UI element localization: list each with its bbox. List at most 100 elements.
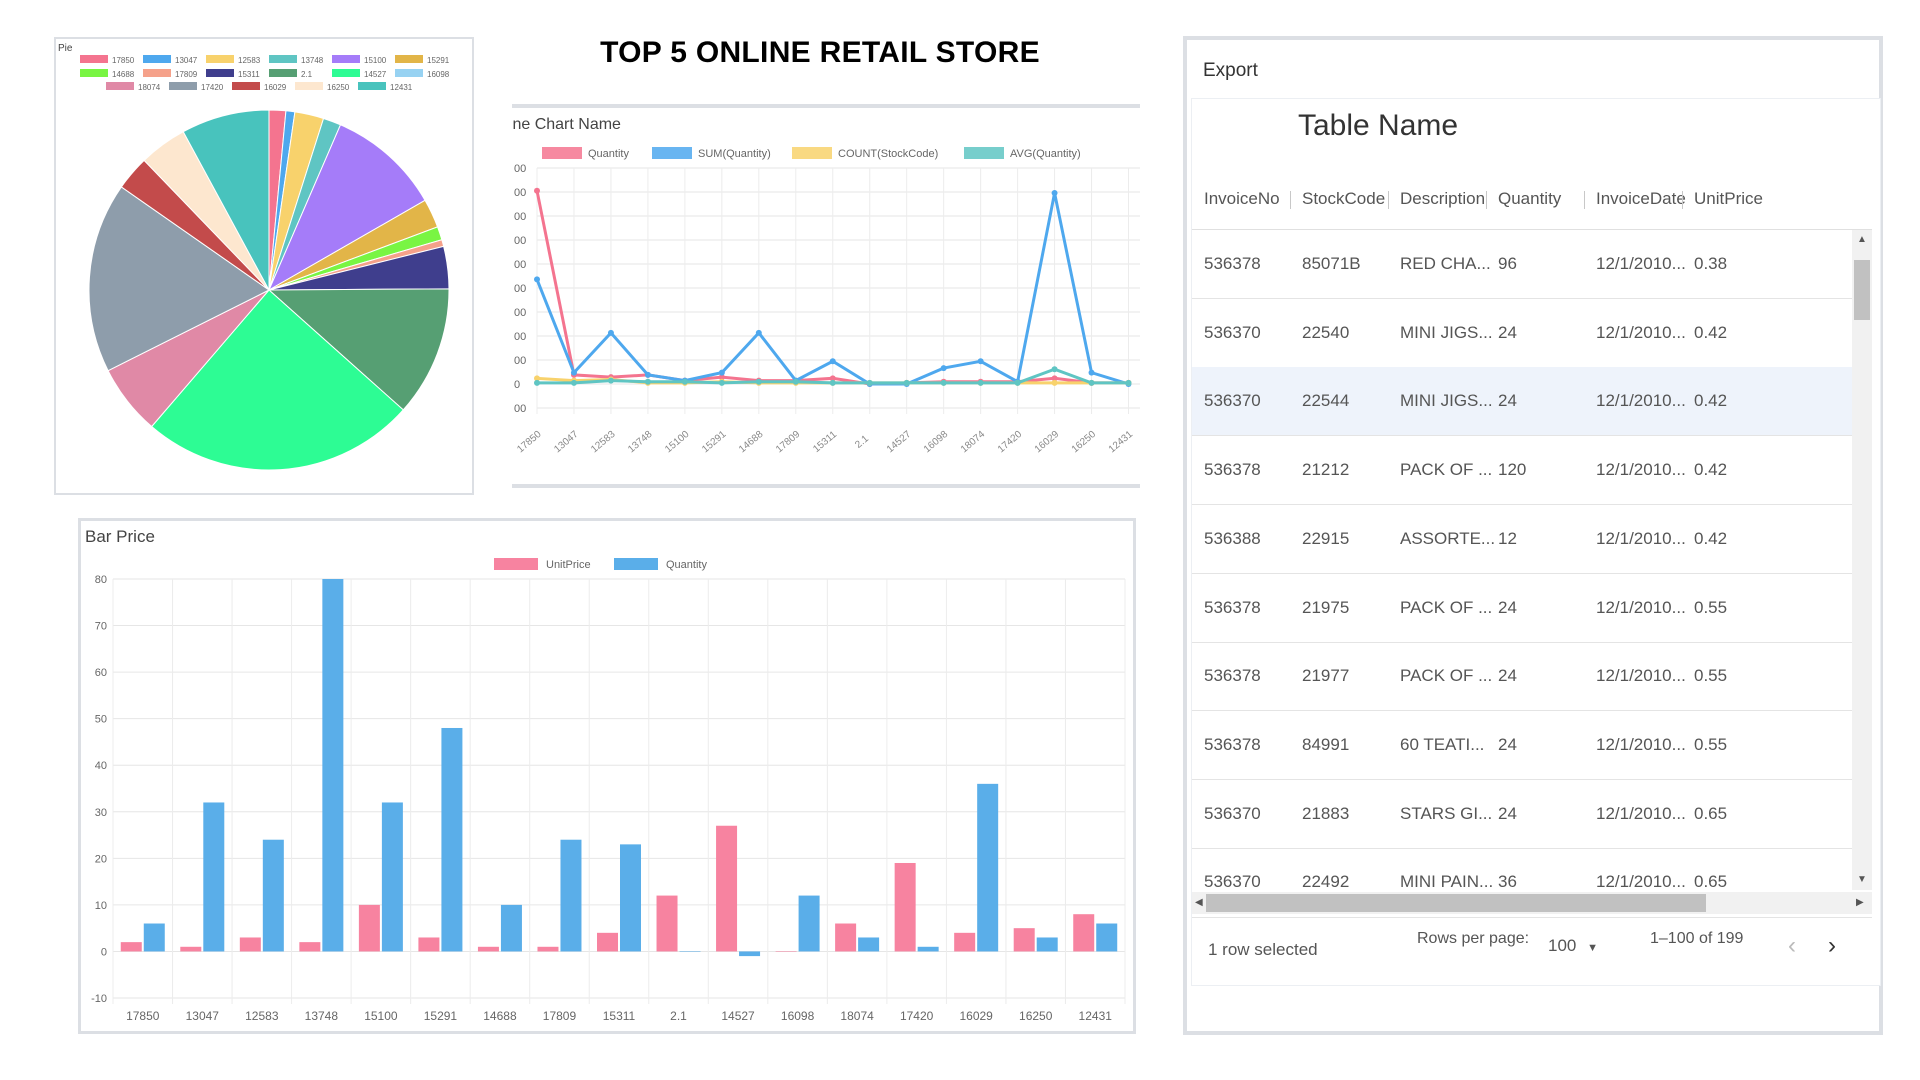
line-point[interactable] (977, 379, 984, 386)
bar-UnitPrice-18074[interactable] (835, 923, 857, 952)
rows-per-page-select[interactable]: 100 ▼ (1548, 936, 1598, 956)
column-header[interactable]: InvoiceNo (1204, 169, 1280, 229)
line-point[interactable] (1088, 369, 1095, 376)
bar-Quantity-13047[interactable] (203, 802, 225, 952)
bar-Quantity-2.1[interactable] (679, 951, 701, 952)
line-point[interactable] (755, 329, 762, 336)
line-point[interactable] (1051, 190, 1058, 197)
bar-UnitPrice-2.1[interactable] (656, 895, 678, 952)
bar-UnitPrice-14688[interactable] (477, 946, 499, 952)
table-row[interactable]: 536370 22540 MINI JIGS... 24 12/1/2010... 0.4… (1192, 299, 1852, 368)
pie-legend-item[interactable]: 17420 (169, 82, 224, 92)
bar-Quantity-12431[interactable] (1096, 923, 1118, 952)
line-point[interactable] (534, 379, 540, 386)
column-header[interactable]: UnitPrice (1694, 169, 1763, 229)
pie-legend-item[interactable]: 18074 (106, 82, 161, 92)
column-separator[interactable] (1584, 191, 1585, 209)
line-legend-item[interactable]: Quantity (542, 147, 629, 160)
bar-Quantity-14527[interactable] (739, 951, 761, 957)
pie-legend-item[interactable]: 17809 (143, 69, 198, 79)
previous-page-icon[interactable]: ‹ (1788, 932, 1796, 960)
bar-Quantity-18074[interactable] (858, 937, 880, 952)
line-legend-item[interactable]: AVG(Quantity) (964, 147, 1081, 160)
line-point[interactable] (607, 377, 614, 384)
bar-UnitPrice-13047[interactable] (180, 946, 202, 952)
line-point[interactable] (1088, 379, 1095, 386)
table-row[interactable]: 536378 21975 PACK OF ... 24 12/1/2010... 0.55 (1192, 574, 1852, 643)
bar-UnitPrice-12583[interactable] (239, 937, 261, 952)
column-separator[interactable] (1388, 191, 1389, 209)
table-row[interactable]: 536370 21883 STARS GI... 24 12/1/2010... 0.65 (1192, 780, 1852, 849)
line-point[interactable] (681, 378, 688, 385)
table-row[interactable]: 536388 22915 ASSORTE... 12 12/1/2010... 0.42 (1192, 505, 1852, 574)
pie-legend-item[interactable]: 13748 (269, 55, 324, 65)
bar-UnitPrice-15100[interactable] (358, 904, 380, 952)
column-separator[interactable] (1486, 191, 1487, 209)
bar-UnitPrice-16029[interactable] (954, 932, 976, 952)
next-page-icon[interactable]: › (1828, 932, 1836, 960)
column-header[interactable]: Quantity (1498, 169, 1561, 229)
line-point[interactable] (644, 371, 651, 378)
line-point[interactable] (829, 379, 836, 386)
bar-UnitPrice-17809[interactable] (537, 946, 559, 952)
column-header[interactable]: Description (1400, 169, 1485, 229)
column-header[interactable]: StockCode (1302, 169, 1385, 229)
table-row[interactable]: 536370 22544 MINI JIGS... 24 12/1/2010... 0.4… (1192, 367, 1852, 437)
scroll-left-icon[interactable]: ◀ (1195, 897, 1203, 908)
bar-UnitPrice-15291[interactable] (418, 937, 440, 952)
bar-Quantity-15100[interactable] (381, 802, 403, 952)
scroll-right-icon[interactable]: ▶ (1856, 897, 1864, 908)
line-point[interactable] (534, 276, 540, 283)
line-point[interactable] (792, 378, 799, 385)
bar-UnitPrice-14527[interactable] (716, 825, 738, 952)
bar-Quantity-16250[interactable] (1036, 937, 1058, 952)
line-legend-item[interactable]: SUM(Quantity) (652, 147, 771, 160)
line-point[interactable] (1051, 379, 1058, 386)
bar-Quantity-16029[interactable] (977, 783, 999, 952)
line-point[interactable] (940, 365, 947, 372)
pie-legend-item[interactable]: 14527 (332, 69, 387, 79)
vertical-scrollbar[interactable]: ▲ ▼ (1852, 230, 1872, 890)
export-button[interactable]: Export (1203, 60, 1258, 82)
pie-legend-item[interactable]: 13047 (143, 55, 198, 65)
table-row[interactable]: 536370 22492 MINI PAIN... 36 12/1/2010... 0.6… (1192, 848, 1852, 890)
bar-Quantity-15311[interactable] (620, 844, 641, 952)
line-point[interactable] (570, 369, 577, 376)
bar-Quantity-15291[interactable] (441, 727, 463, 952)
bar-Quantity-17420[interactable] (917, 946, 939, 952)
vertical-scroll-thumb[interactable] (1854, 260, 1870, 320)
line-point[interactable] (1051, 366, 1058, 373)
pie-legend-item[interactable]: 12431 (358, 82, 413, 92)
bar-legend-item[interactable]: UnitPrice (494, 558, 591, 571)
bar-UnitPrice-16250[interactable] (1013, 928, 1035, 952)
table-row[interactable]: 536378 21212 PACK OF ... 120 12/1/2010... 0.4… (1192, 436, 1852, 506)
table-row[interactable]: 536378 21977 PACK OF ... 24 12/1/2010... 0.55 (1192, 642, 1852, 712)
bar-UnitPrice-15311[interactable] (597, 932, 618, 952)
bar-UnitPrice-13748[interactable] (299, 942, 321, 952)
line-point[interactable] (607, 329, 614, 336)
bar-UnitPrice-12431[interactable] (1073, 914, 1095, 952)
horizontal-scroll-thumb[interactable] (1206, 894, 1706, 912)
pie-legend-item[interactable]: 14688 (80, 69, 135, 79)
pie-legend-item[interactable]: 16098 (395, 69, 450, 79)
scroll-down-icon[interactable]: ▼ (1857, 874, 1867, 885)
bar-Quantity-12583[interactable] (262, 839, 284, 952)
line-point[interactable] (534, 187, 540, 194)
bar-Quantity-17809[interactable] (560, 839, 582, 952)
pie-legend-item[interactable]: 16250 (295, 82, 350, 92)
pie-legend-item[interactable]: 15100 (332, 55, 387, 65)
pie-legend-item[interactable]: 16029 (232, 82, 287, 92)
bar-Quantity-16098[interactable] (798, 895, 820, 952)
pie-legend-item[interactable]: 15311 (206, 69, 260, 79)
line-point[interactable] (829, 358, 836, 365)
bar-UnitPrice-16098[interactable] (775, 951, 797, 952)
column-separator[interactable] (1682, 191, 1683, 209)
bar-Quantity-14688[interactable] (500, 904, 522, 952)
bar-UnitPrice-17850[interactable] (120, 942, 142, 952)
pie-legend-item[interactable]: 12583 (206, 55, 261, 65)
line-point[interactable] (570, 379, 577, 386)
column-header[interactable]: InvoiceDate (1596, 169, 1686, 229)
line-point[interactable] (940, 379, 947, 386)
line-point[interactable] (755, 378, 762, 385)
bar-UnitPrice-17420[interactable] (894, 862, 916, 952)
